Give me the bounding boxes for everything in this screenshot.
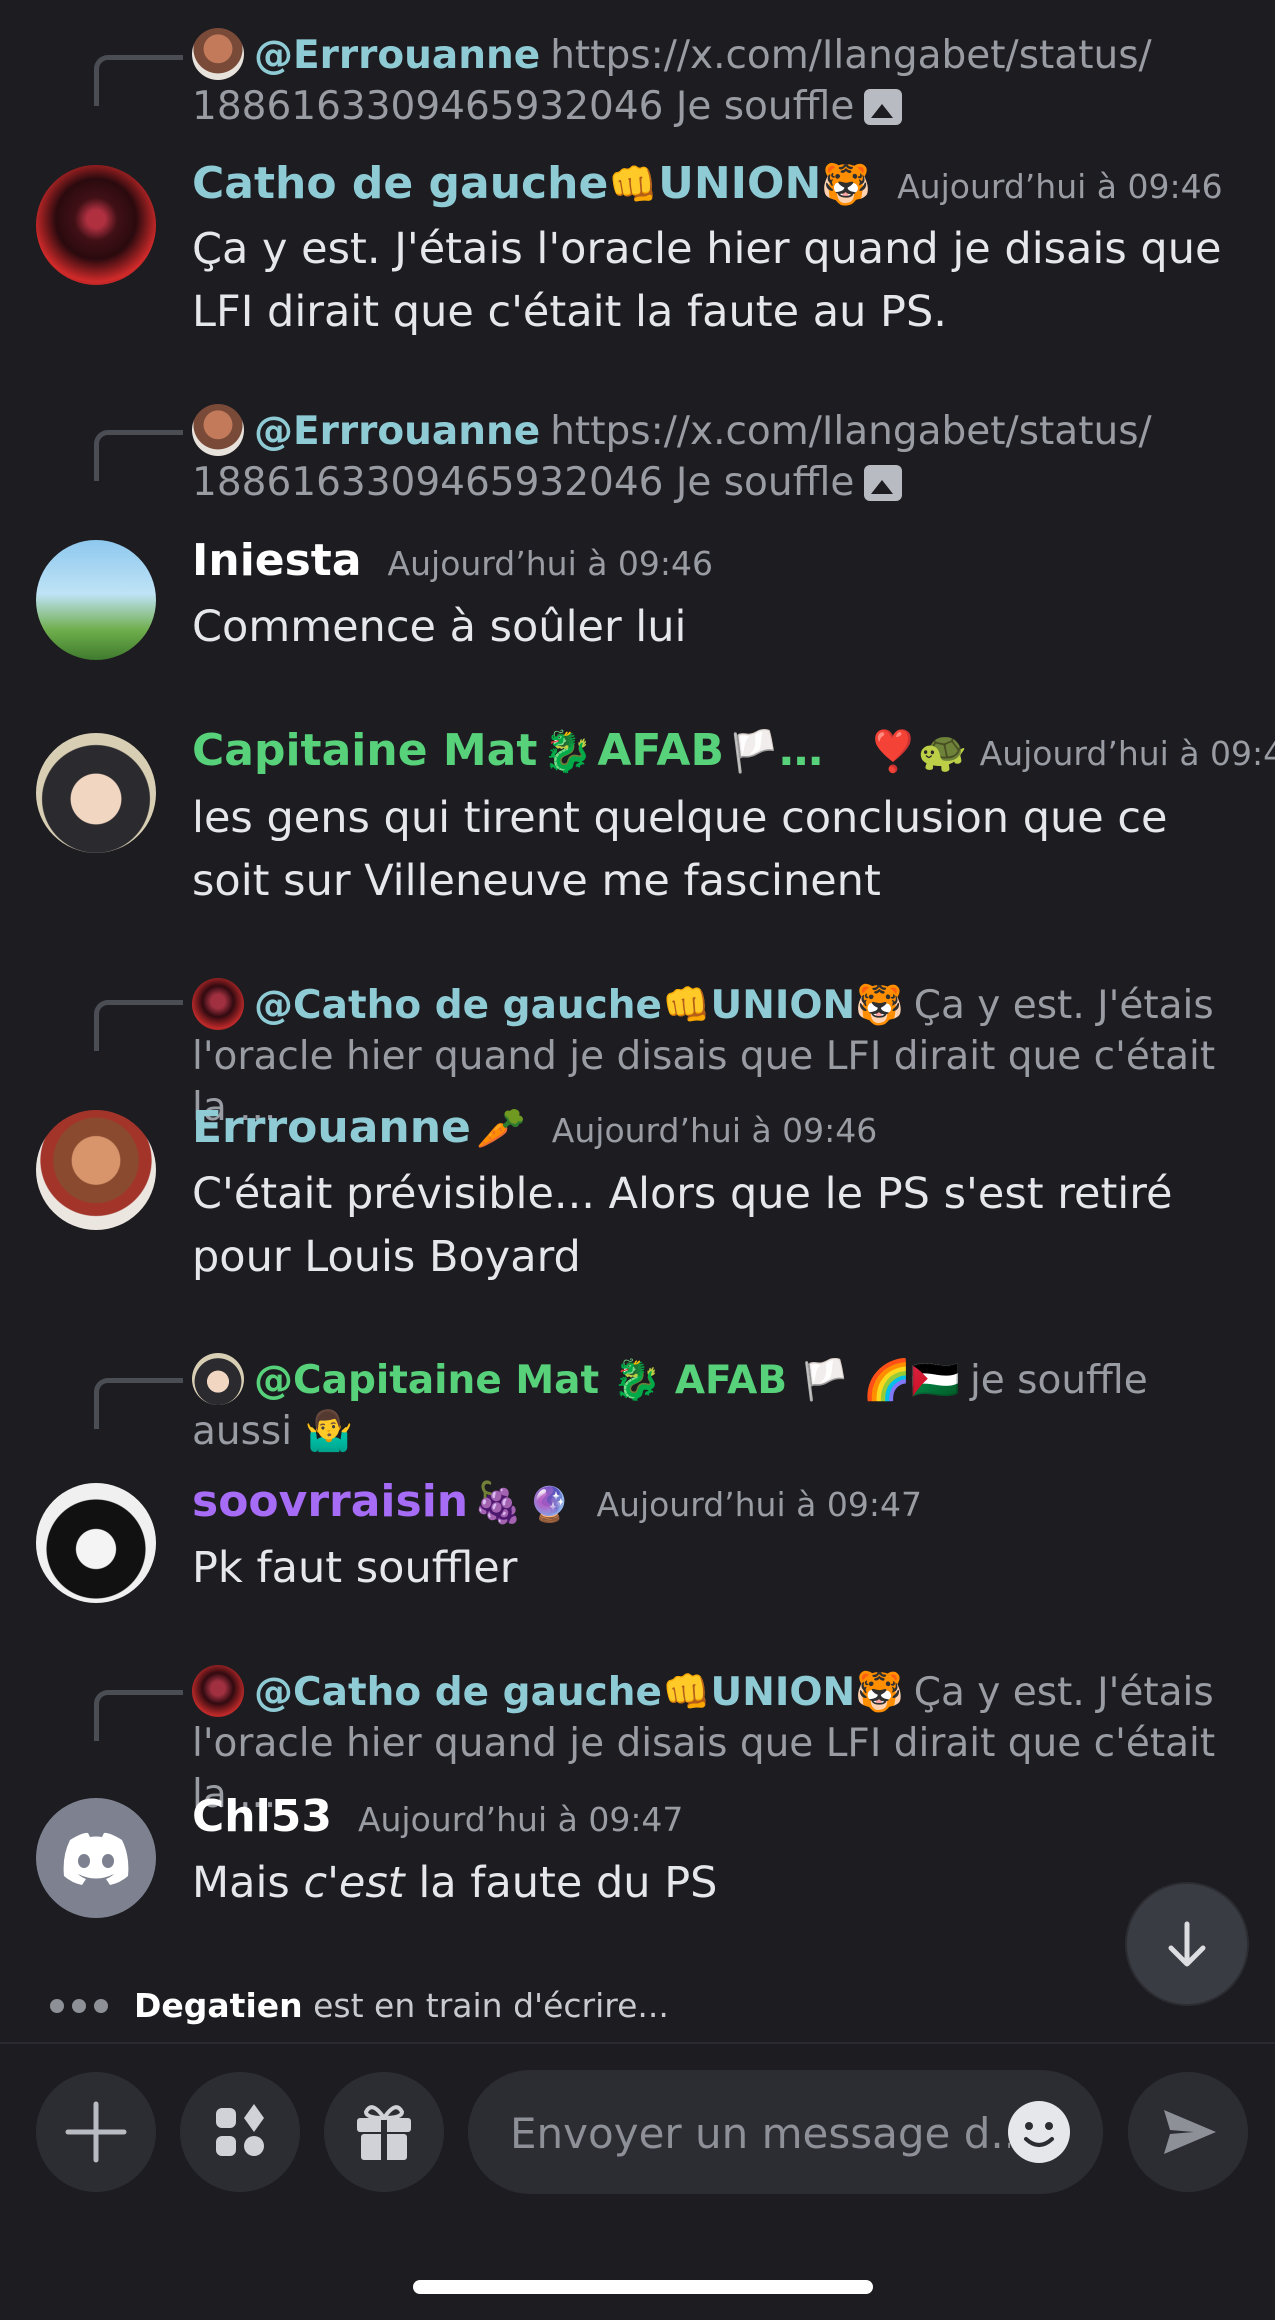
author-suffix[interactable]: UNION: [658, 158, 821, 209]
body-text-post: la faute du PS: [404, 1858, 718, 1908]
reply-author[interactable]: @Catho de gauche👊UNION🐯: [254, 983, 904, 1028]
typing-dots-icon: [50, 1982, 116, 2021]
reply-author[interactable]: @Errrouanne: [254, 33, 540, 78]
arrow-down-icon: [1168, 1921, 1206, 1967]
home-indicator[interactable]: [413, 2280, 873, 2294]
reply-connector: [94, 55, 183, 106]
timestamp: Aujourd’hui à 09:46: [387, 544, 714, 583]
crystal-ball-emoji: 🔮: [528, 1485, 571, 1525]
add-attachment-button[interactable]: [36, 2072, 156, 2192]
gift-icon: [357, 2105, 411, 2160]
timestamp: Aujourd’hui à 09:47: [357, 1800, 684, 1839]
turtle-heart-badge: ❣️🐢: [868, 729, 968, 775]
send-icon: [1164, 2110, 1216, 2154]
message-body: Pk faut souffler: [192, 1543, 518, 1593]
composer-divider: [0, 2042, 1275, 2044]
author-name[interactable]: soovrraisin: [192, 1476, 468, 1527]
reply-author[interactable]: @Capitaine Mat 🐉 AFAB 🏳️ 🌈🇵🇸: [254, 1358, 960, 1403]
timestamp: Aujourd’hui à 09:46: [897, 167, 1223, 206]
reply-preview[interactable]: @Errrouanne https://x.com/Ilangabet/statu…: [192, 28, 1232, 132]
reply-author[interactable]: @Errrouanne: [254, 409, 540, 454]
grapes-emoji: 🍇: [473, 1480, 524, 1526]
carrot-emoji: 🥕: [475, 1106, 526, 1152]
message-feed[interactable]: @Errrouanne https://x.com/Ilangabet/statu…: [0, 0, 1275, 2035]
reply-avatar: [192, 28, 244, 80]
body-text-pre: Mais: [192, 1858, 304, 1908]
dragon-emoji: 🐉: [542, 729, 593, 775]
avatar-errrouanne[interactable]: [36, 1110, 156, 1230]
tiger-emoji: 🐯: [821, 162, 872, 208]
image-icon: [864, 465, 903, 501]
gift-button[interactable]: [324, 2072, 444, 2192]
body-text-emphasis: c'est: [303, 1858, 405, 1908]
jump-to-present-button[interactable]: [1127, 1884, 1247, 2004]
reply-avatar: [192, 404, 244, 456]
message-body: les gens qui tirent quelque conclusion q…: [192, 793, 1168, 906]
emoji-picker-icon[interactable]: [1006, 2099, 1072, 2165]
reply-connector: [94, 1690, 183, 1741]
reply-preview[interactable]: @Capitaine Mat 🐉 AFAB 🏳️ 🌈🇵🇸 je souffle a…: [192, 1353, 1232, 1457]
reply-avatar: [192, 978, 244, 1030]
image-icon: [864, 89, 903, 125]
white-flag-emoji: 🏳️: [729, 729, 779, 775]
avatar-chl53[interactable]: [36, 1798, 156, 1918]
fist-emoji: 👊: [608, 162, 659, 208]
discord-logo-icon: [63, 1832, 129, 1885]
timestamp: Aujourd’hui à 09:46: [551, 1111, 878, 1150]
apps-button[interactable]: [180, 2072, 300, 2192]
message-body: Commence à soûler lui: [192, 602, 687, 652]
reply-author[interactable]: @Catho de gauche👊UNION🐯: [254, 1670, 904, 1715]
author-name[interactable]: Catho de gauche: [192, 158, 608, 209]
avatar-catho[interactable]: [36, 165, 156, 285]
author-name[interactable]: Iniesta: [192, 535, 362, 586]
send-button[interactable]: [1128, 2072, 1248, 2192]
plus-icon: [65, 2101, 127, 2163]
message-input[interactable]: [508, 2100, 1012, 2166]
message-body: Mais c'est la faute du PS: [192, 1852, 1252, 1915]
apps-icon: [216, 2104, 264, 2156]
message-body: Ça y est. J'étais l'oracle hier quand je…: [192, 224, 1222, 337]
reply-connector: [94, 430, 183, 481]
reply-avatar: [192, 1665, 244, 1717]
message-composer[interactable]: [468, 2070, 1103, 2194]
avatar-iniesta[interactable]: [36, 540, 156, 660]
reply-connector: [94, 1000, 183, 1051]
reply-avatar: [192, 1353, 244, 1405]
typing-text: est en train d'écrire...: [302, 1986, 669, 2025]
typing-user: Degatien: [134, 1986, 303, 2025]
reply-connector: [94, 1378, 183, 1429]
timestamp: Aujourd’hui à 09:46: [979, 734, 1275, 773]
typing-indicator: Degatien est en train d'écrire...: [50, 1982, 669, 2025]
author-name[interactable]: Errrouanne: [192, 1102, 471, 1153]
avatar-capitaine[interactable]: [36, 733, 156, 853]
name-ellipsis: …: [778, 725, 823, 776]
author-name[interactable]: Chl53: [192, 1791, 332, 1842]
timestamp: Aujourd’hui à 09:47: [596, 1485, 922, 1524]
author-suffix[interactable]: AFAB: [597, 725, 724, 776]
author-name[interactable]: Capitaine Mat: [192, 725, 537, 776]
avatar-soovrraisin[interactable]: [36, 1483, 156, 1603]
message-body: C'était prévisible... Alors que le PS s'…: [192, 1169, 1173, 1282]
reply-preview[interactable]: @Errrouanne https://x.com/Ilangabet/statu…: [192, 404, 1232, 508]
